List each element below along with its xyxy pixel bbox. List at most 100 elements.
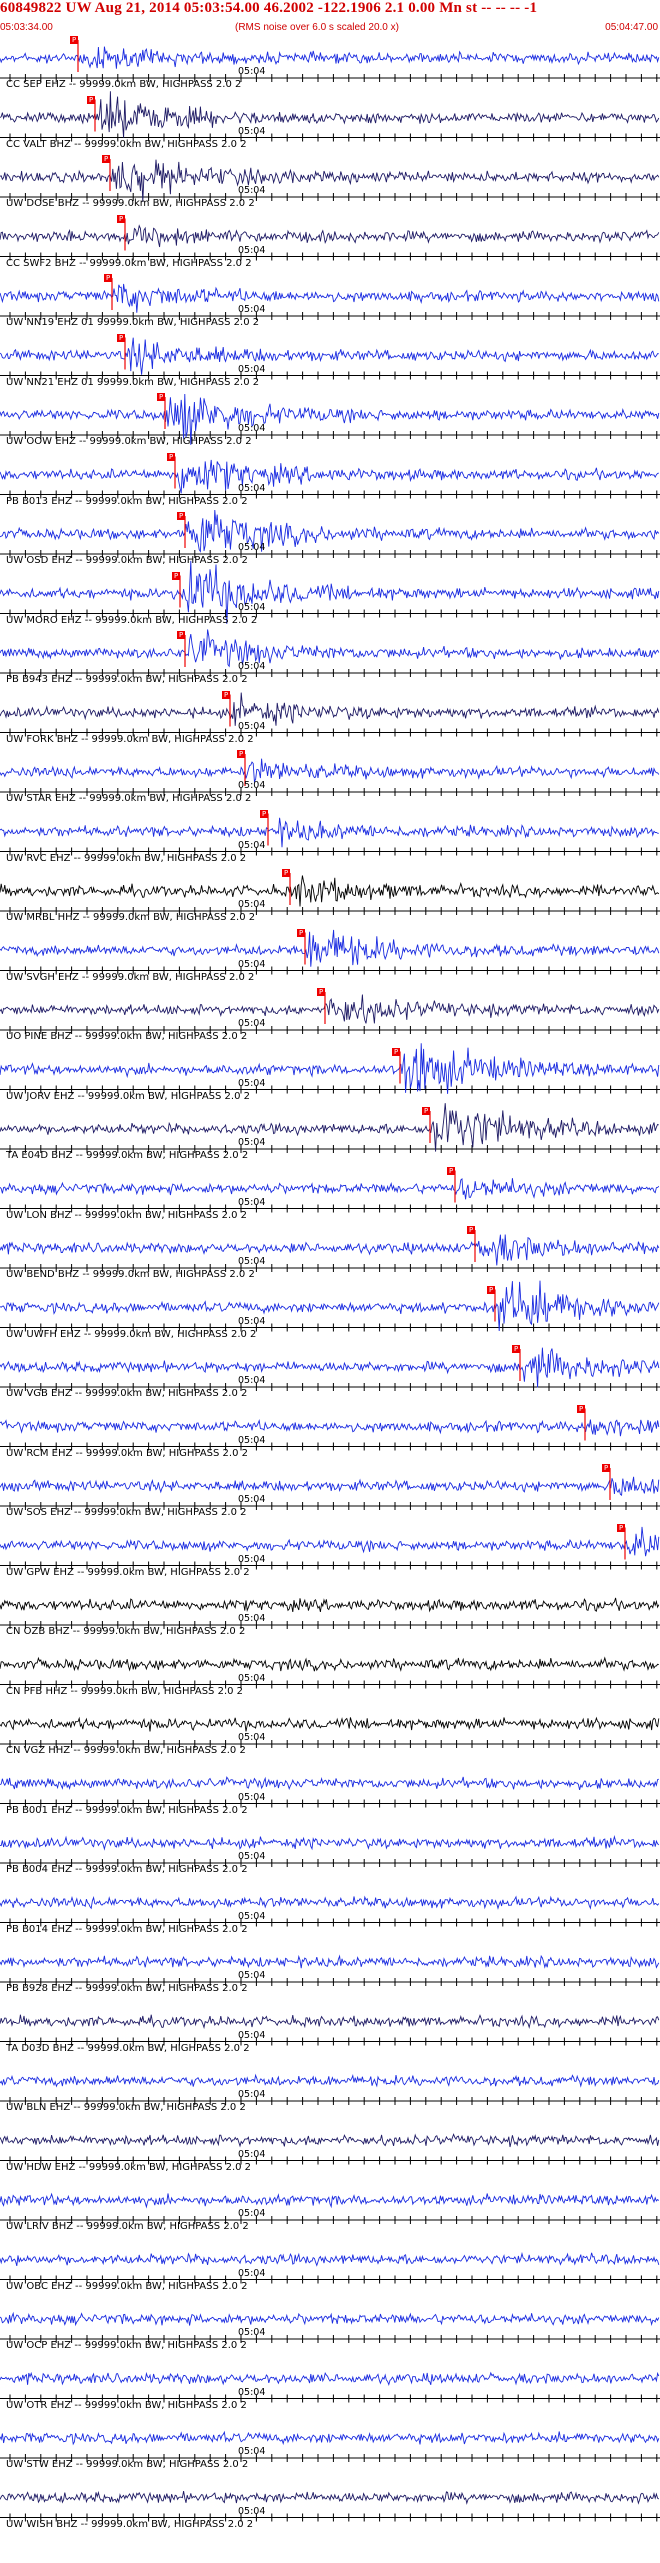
waveform-trace (0, 509, 660, 553)
channel-label: CN VGZ HHZ -- 99999.0km BW, HIGHPASS 2.0… (6, 1745, 246, 1756)
channel-label: UW NN21 EHZ 01 99999.0km BW, HIGHPASS 2.… (6, 376, 260, 388)
waveform-trace (0, 629, 660, 668)
channel-label: UW BEND BHZ -- 99999.0km BW, HIGHPASS 2.… (6, 1269, 255, 1280)
channel-label: UW VGB EHZ -- 99999.0km BW, HIGHPASS 2.0… (6, 1388, 248, 1399)
pick-marker-label: P (392, 1047, 401, 1056)
pick-marker-label: P (117, 333, 126, 342)
waveform-trace (0, 692, 660, 726)
channel-label: PB B013 EHZ -- 99999.0km BW, HIGHPASS 2.… (6, 495, 248, 507)
channel-label: UW WISH BHZ -- 99999.0km BW, HIGHPASS 2.… (6, 2518, 254, 2530)
time-marker-label: 05:04 (238, 1137, 266, 1148)
channel-label: UW DOSE BHZ -- 99999.0km BW, HIGHPASS 2.… (6, 198, 255, 209)
waveform-trace (0, 2430, 660, 2446)
channel-label: UW BLN EHZ -- 99999.0km BW, HIGHPASS 2.0… (6, 2102, 246, 2113)
start-time: 05:03:34.00 (0, 22, 53, 33)
waveform-trace (0, 817, 659, 848)
waveform-trace (0, 1280, 660, 1332)
time-marker-label: 05:04 (238, 1910, 266, 1922)
channel-label: PB B001 EHZ -- 99999.0km BW, HIGHPASS 2.… (6, 1804, 248, 1816)
pick-marker-label: P (237, 750, 246, 758)
pick-marker-label: P (317, 988, 326, 996)
waveform-trace (0, 2014, 660, 2030)
time-marker-label: 05:04 (238, 1375, 266, 1386)
time-marker-label: 05:04 (238, 185, 266, 196)
rms-note: (RMS noise over 6.0 s scaled 20.0 x) (235, 22, 399, 33)
channel-label: UW SOS EHZ -- 99999.0km BW, HIGHPASS 2.0… (6, 1507, 247, 1518)
waveform-trace (0, 159, 660, 202)
channel-label: CC VALT BHZ -- 99999.0km BW, HIGHPASS 2.… (6, 138, 247, 150)
pick-marker-label: P (167, 452, 176, 461)
time-marker-label: 05:04 (238, 1791, 266, 1803)
time-marker-label: 05:04 (238, 2029, 266, 2041)
pick-marker-label: P (87, 95, 96, 104)
pick-marker-label: P (577, 1404, 586, 1413)
channel-label: UW UWFH EHZ -- 99999.0km BW, HIGHPASS 2.… (6, 1328, 257, 1340)
channel-label: TA E04D BHZ -- 99999.0km BW, HIGHPASS 2.… (6, 1150, 249, 1161)
time-marker-label: 05:04 (238, 958, 266, 970)
waveform-trace (0, 224, 660, 248)
time-marker-label: 05:04 (238, 2327, 266, 2338)
channel-label: UW MRBL HHZ -- 99999.0km BW, HIGHPASS 2.… (6, 912, 256, 923)
waveform-trace (0, 91, 660, 138)
waveform-trace (0, 459, 659, 494)
time-marker-label: 05:04 (238, 720, 266, 732)
waveform-trace (0, 1043, 660, 1094)
pick-marker-label: P (70, 36, 79, 44)
waveform-trace (0, 337, 659, 375)
time-marker-label: 05:04 (238, 1077, 266, 1089)
waveform-trace (0, 1103, 659, 1152)
time-marker-label: 05:04 (238, 601, 266, 613)
time-marker-label: 05:04 (238, 1970, 266, 1981)
channel-label: UW OOW EHZ -- 99999.0km BW, HIGHPASS 2.0… (6, 436, 252, 447)
waveform-trace (0, 2192, 660, 2209)
time-marker-label: 05:04 (238, 244, 266, 256)
channel-label: PB B004 EHZ -- 99999.0km BW, HIGHPASS 2.… (6, 1864, 248, 1875)
waveform-trace (0, 1776, 659, 1791)
channel-label: UW RVC EHZ -- 99999.0km BW, HIGHPASS 2.0… (6, 852, 247, 864)
time-marker-label: 05:04 (238, 1553, 266, 1565)
time-marker-label: 05:04 (238, 1434, 266, 1446)
pick-marker-label: P (602, 1464, 611, 1472)
time-marker-label: 05:04 (238, 2208, 266, 2219)
waveform-trace (0, 1954, 660, 1969)
waveform-trace (0, 2311, 660, 2327)
waveform-trace (0, 1597, 660, 1613)
pick-marker-label: P (157, 393, 166, 401)
time-marker-label: 05:04 (238, 1732, 266, 1743)
pick-marker-label: P (222, 690, 231, 699)
pick-marker-label: P (172, 571, 181, 580)
time-marker-label: 05:04 (238, 542, 266, 553)
channel-label: UW NN19 EHZ 01 99999.0km BW, HIGHPASS 2.… (6, 317, 260, 328)
channel-label: UW OBC EHZ -- 99999.0km BW, HIGHPASS 2.0… (6, 2280, 248, 2292)
time-marker-label: 05:04 (238, 1851, 266, 1862)
waveform-trace (0, 1835, 660, 1851)
pick-marker-label: P (447, 1166, 456, 1175)
time-marker-label: 05:04 (238, 1256, 266, 1267)
waveform-trace (0, 1418, 660, 1437)
channel-label: UW HDW EHZ -- 99999.0km BW, HIGHPASS 2.0… (6, 2161, 252, 2173)
pick-marker-label: P (177, 512, 186, 520)
channel-label: UW JORV EHZ -- 99999.0km BW, HIGHPASS 2.… (6, 1090, 250, 1102)
time-marker-label: 05:04 (238, 1672, 266, 1684)
waveform-trace (0, 46, 660, 69)
waveform-trace (0, 2251, 660, 2267)
waveform-trace (0, 1476, 660, 1497)
event-title: 60849822 UW Aug 21, 2014 05:03:54.00 46.… (0, 0, 538, 16)
pick-marker-label: P (117, 214, 126, 223)
pick-marker-label: P (617, 1523, 626, 1532)
waveform-trace (0, 1177, 660, 1200)
channel-label: UW LRIV BHZ -- 99999.0km BW, HIGHPASS 2.… (6, 2221, 249, 2232)
channel-label: UO PINE BHZ -- 99999.0km BW, HIGHPASS 2.… (6, 1031, 248, 1042)
time-marker-label: 05:04 (238, 1494, 266, 1505)
time-marker-label: 05:04 (238, 482, 266, 494)
time-marker-label: 05:04 (238, 2089, 266, 2100)
time-marker-label: 05:04 (238, 2446, 266, 2457)
waveform-trace (0, 1526, 660, 1557)
pick-marker-label: P (177, 631, 186, 639)
pick-marker-label: P (487, 1285, 496, 1294)
channel-label: CC SWF2 BHZ -- 99999.0km BW, HIGHPASS 2.… (6, 257, 252, 269)
waveform-trace (0, 758, 660, 783)
waveform-trace (0, 1895, 660, 1910)
channel-label: UW SVGH EHZ -- 99999.0km BW, HIGHPASS 2.… (6, 971, 255, 983)
channel-label: UW STAR EHZ -- 99999.0km BW, HIGHPASS 2.… (6, 793, 252, 804)
